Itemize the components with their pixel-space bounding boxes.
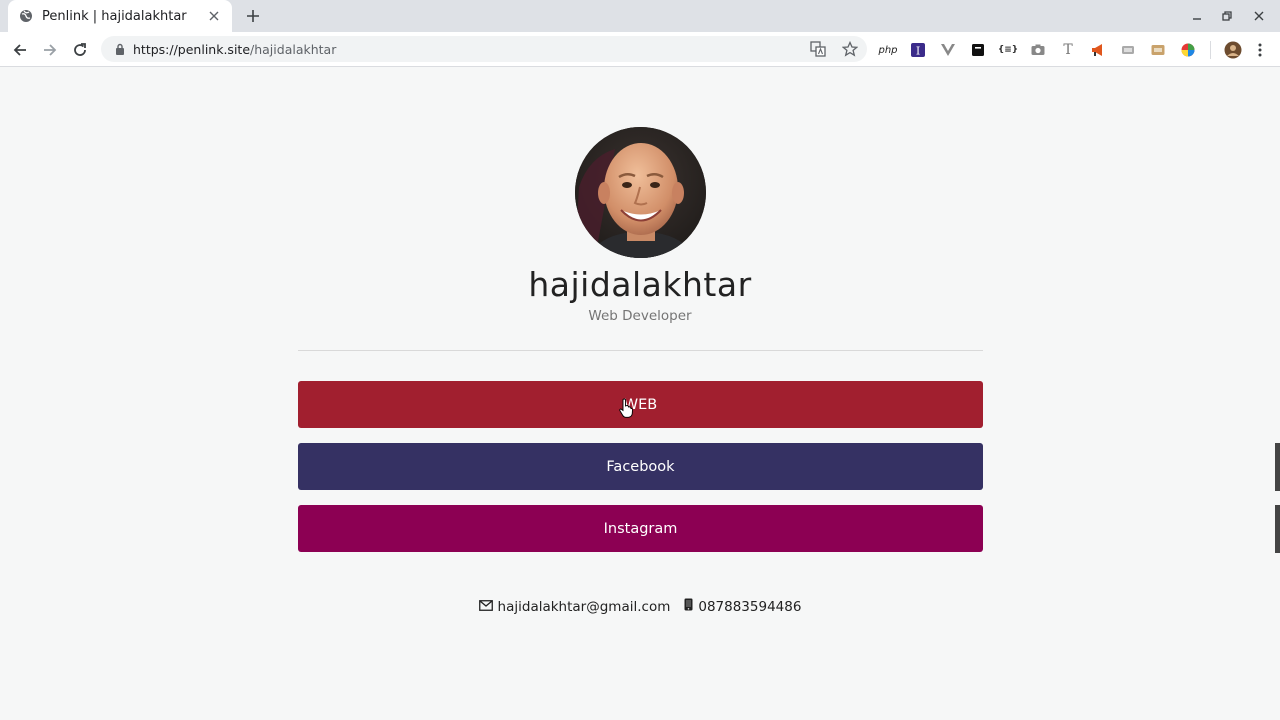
notion-icon[interactable] <box>968 40 988 60</box>
php-extension-icon[interactable]: php <box>878 40 898 60</box>
megaphone-icon[interactable] <box>1088 40 1108 60</box>
browser-menu-icon[interactable] <box>1250 40 1270 60</box>
profile-avatar-icon[interactable] <box>1223 40 1243 60</box>
avatar <box>575 127 706 258</box>
envelope-icon <box>478 599 493 615</box>
reload-icon[interactable] <box>68 38 92 62</box>
url-host: https://penlink.site <box>133 41 251 57</box>
facebook-link-button[interactable]: Facebook <box>298 443 983 490</box>
bookmark-star-icon[interactable] <box>841 40 859 58</box>
profile-role: Web Developer <box>588 308 692 324</box>
new-tab-button[interactable] <box>243 6 263 26</box>
vue-devtools-icon[interactable] <box>938 40 958 60</box>
tab-title: Penlink | hajidalakhtar <box>42 8 187 24</box>
url-path: /hajidalakhtar <box>250 41 337 57</box>
browser-toolbar: https://penlink.site/hajidalakhtar php I… <box>0 32 1280 67</box>
browser-tab[interactable]: Penlink | hajidalakhtar <box>8 0 232 32</box>
json-formatter-icon[interactable]: {≡} <box>998 40 1018 60</box>
lock-icon[interactable] <box>113 42 127 56</box>
email-text: hajidalakhtar@gmail.com <box>497 598 671 615</box>
close-window-icon[interactable] <box>1243 6 1274 26</box>
back-arrow-icon[interactable] <box>8 38 32 62</box>
phone-text: 087883594486 <box>698 598 802 615</box>
font-t-icon[interactable]: T <box>1058 40 1078 60</box>
web-link-button[interactable]: WEB <box>298 381 983 428</box>
divider <box>298 350 983 351</box>
address-bar[interactable]: https://penlink.site/hajidalakhtar <box>101 36 867 62</box>
scrollbar-marker <box>1275 505 1280 553</box>
forward-arrow-icon[interactable] <box>38 38 62 62</box>
tab-strip: Penlink | hajidalakhtar <box>0 0 1280 32</box>
window-controls <box>1181 6 1274 26</box>
wallet-icon[interactable] <box>1148 40 1168 60</box>
close-tab-icon[interactable] <box>206 8 222 24</box>
email-contact[interactable]: hajidalakhtar@gmail.com <box>478 598 671 615</box>
contact-info: hajidalakhtar@gmail.com 087883594486 <box>0 598 1280 615</box>
minimize-icon[interactable] <box>1181 6 1212 26</box>
instagram-link-button[interactable]: Instagram <box>298 505 983 552</box>
color-picker-icon[interactable] <box>1178 40 1198 60</box>
scrollbar-marker <box>1275 443 1280 491</box>
i-extension-icon[interactable]: I <box>908 40 928 60</box>
globe-icon <box>18 8 34 24</box>
toolbar-divider <box>1210 41 1211 59</box>
screen-capture-icon[interactable] <box>1118 40 1138 60</box>
restore-icon[interactable] <box>1212 6 1243 26</box>
url-text: https://penlink.site/hajidalakhtar <box>133 42 336 57</box>
camera-icon[interactable] <box>1028 40 1048 60</box>
page-content: hajidalakhtar Web Developer WEB Facebook… <box>0 68 1280 720</box>
svg-text:I: I <box>916 45 920 58</box>
translate-icon[interactable] <box>809 40 827 58</box>
extensions-bar: php I {≡} T <box>878 40 1243 60</box>
profile-name: hajidalakhtar <box>528 265 752 304</box>
mobile-phone-icon <box>684 598 693 615</box>
phone-contact[interactable]: 087883594486 <box>684 598 801 615</box>
